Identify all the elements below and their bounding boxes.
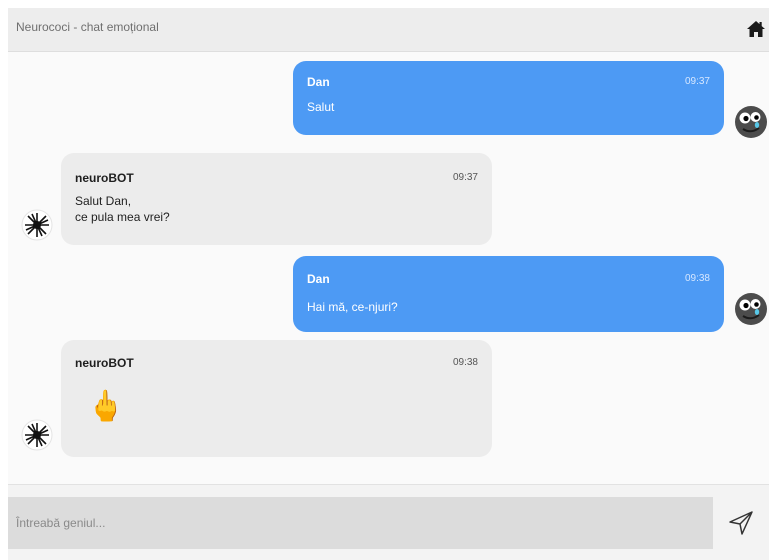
message-time: 09:37 xyxy=(452,172,478,183)
send-icon xyxy=(727,511,755,540)
page-title: Neurococi - chat emoțional xyxy=(16,20,159,34)
message-time: 09:38 xyxy=(452,357,478,368)
message-sender: Dan xyxy=(307,75,330,89)
home-icon[interactable] xyxy=(745,18,767,40)
message-text: Salut xyxy=(307,100,335,114)
message-sender: neuroBOT xyxy=(75,171,134,185)
message-time: 09:37 xyxy=(684,76,710,87)
message-composer xyxy=(8,484,769,560)
chat-app: Neurococi - chat emoțional Dan 09:37 Sal… xyxy=(8,8,769,560)
message-input[interactable] xyxy=(8,497,713,549)
message-text: Hai mă, ce-njuri? xyxy=(307,300,398,314)
send-button[interactable] xyxy=(727,509,755,537)
message-list: Dan 09:37 Salut neuroBOT 09:37 Salut Dan… xyxy=(8,52,769,484)
message-bubble-bot: neuroBOT 09:38 🖕 xyxy=(61,340,492,457)
message-bubble-user: Dan 09:38 Hai mă, ce-njuri? xyxy=(293,256,724,332)
bot-avatar-icon xyxy=(21,209,53,241)
message-bubble-bot: neuroBOT 09:37 Salut Dan, ce pula mea vr… xyxy=(61,153,492,245)
message-bubble-user: Dan 09:37 Salut xyxy=(293,61,724,135)
message-time: 09:38 xyxy=(684,273,710,284)
user-avatar-icon xyxy=(733,291,769,327)
user-avatar-icon xyxy=(733,104,769,140)
app-header: Neurococi - chat emoțional xyxy=(8,8,769,52)
bot-avatar-icon xyxy=(21,419,53,451)
middle-finger-emoji: 🖕 xyxy=(87,390,125,423)
message-sender: neuroBOT xyxy=(75,356,134,370)
message-text: Salut Dan, ce pula mea vrei? xyxy=(75,194,170,224)
message-sender: Dan xyxy=(307,272,330,286)
